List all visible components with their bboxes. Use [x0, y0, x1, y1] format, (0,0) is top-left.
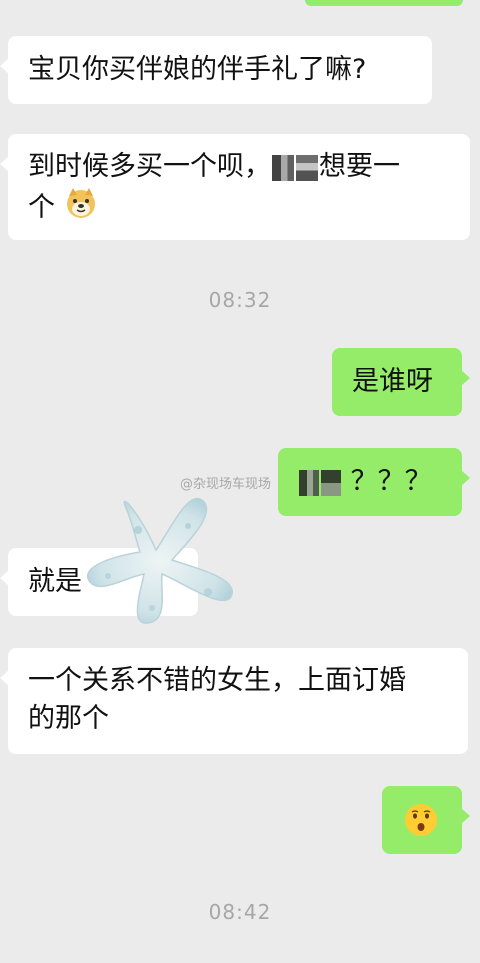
message-bubble-incoming[interactable]: 宝贝你买伴娘的伴手礼了嘛? — [0, 36, 432, 104]
pixelated-name — [272, 154, 294, 181]
message-line: 一个关系不错的女生，上面订婚 — [28, 665, 406, 696]
message-line: 的那个 — [28, 703, 109, 734]
message-bubble-incoming[interactable]: 到时候多买一个呗， 想要一 个 — [0, 134, 470, 240]
message-bubble-outgoing[interactable]: ？？？ — [278, 448, 470, 516]
timestamp: 08:32 — [208, 288, 272, 312]
chat-window: 宝贝你买伴娘的伴手礼了嘛? 到时候多买一个呗， 想要一 个 08:32 是谁呀 … — [0, 0, 480, 963]
message-text: 想要一 — [319, 151, 400, 182]
message-text: 是谁呀 — [352, 366, 433, 397]
message-text: ？？？ — [350, 466, 432, 497]
message-line: 到时候多买一个呗， 想要一 — [28, 148, 450, 186]
previous-outgoing-bubble[interactable] — [305, 0, 463, 6]
pixelated-name — [296, 154, 318, 181]
timestamp: 08:42 — [208, 900, 272, 924]
message-text: 个 — [28, 192, 55, 223]
hushed-face-emoji-icon — [404, 803, 438, 848]
message-text: 到时候多买一个呗， — [28, 151, 271, 182]
message-text: 就是 — [28, 566, 82, 597]
doge-emoji-icon — [64, 186, 98, 231]
message-bubble-outgoing[interactable] — [382, 786, 470, 854]
message-text: 宝贝你买伴娘的伴手礼了嘛? — [28, 54, 367, 85]
message-bubble-outgoing[interactable]: 是谁呀 — [332, 348, 470, 416]
starfish-sticker — [78, 490, 238, 634]
pixelated-name — [321, 469, 341, 496]
message-bubble-incoming[interactable]: 一个关系不错的女生，上面订婚 的那个 — [0, 648, 468, 754]
message-line: 个 — [28, 186, 450, 231]
pixelated-name — [299, 469, 319, 496]
